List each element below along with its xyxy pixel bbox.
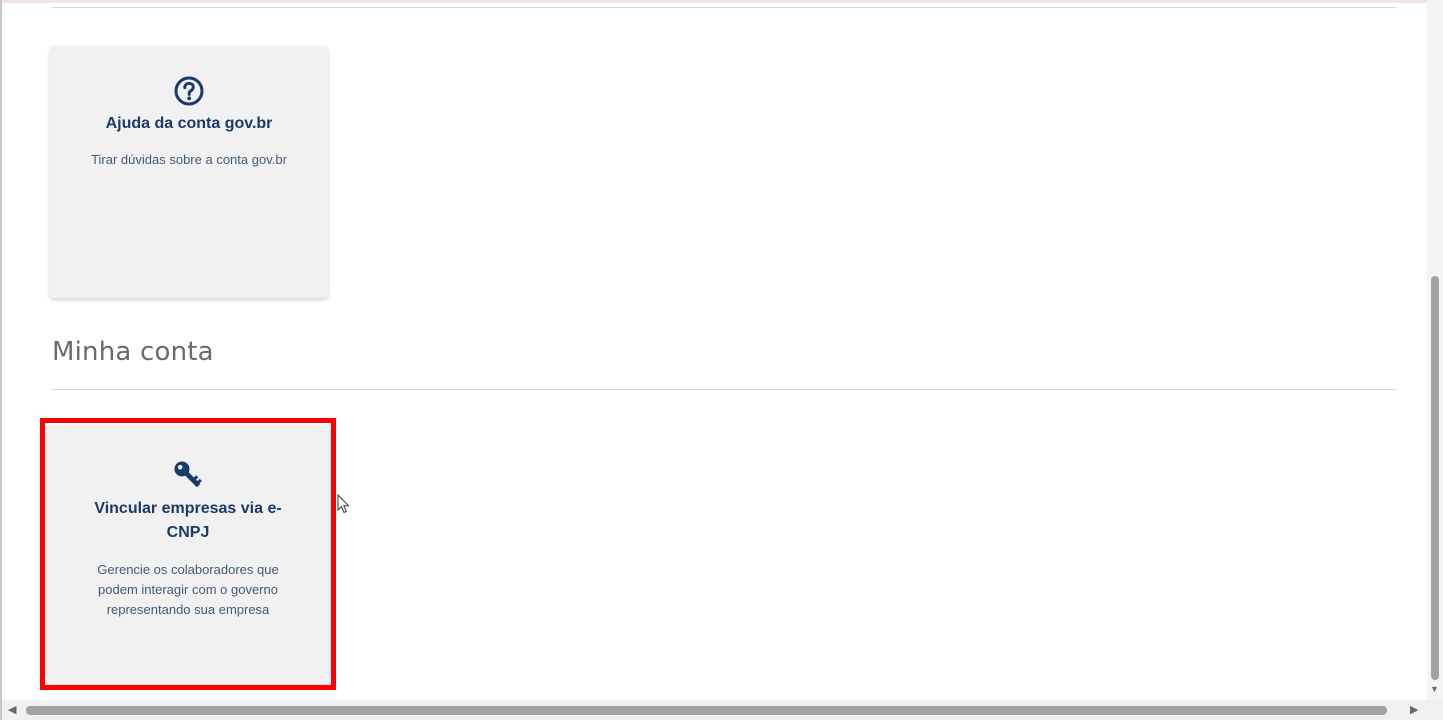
page-viewport: Ajuda da conta gov.br Tirar dúvidas sobr… [0, 0, 1443, 720]
ecnpj-card-desc-line2: podem interagir com o governo [98, 582, 278, 597]
vertical-scrollbar-thumb[interactable] [1431, 276, 1439, 680]
help-card-description: Tirar dúvidas sobre a conta gov.br [91, 152, 287, 167]
ecnpj-card-desc-line3: representando sua empresa [106, 602, 270, 617]
scroll-right-arrow-icon[interactable]: ▶ [1410, 703, 1418, 716]
ecnpj-card[interactable]: Vincular empresas via e- CNPJ Gerencie o… [47, 425, 329, 684]
help-card-title: Ajuda da conta gov.br [105, 115, 273, 132]
section-divider [52, 389, 1396, 390]
top-accent-bar [2, 0, 1443, 3]
ecnpj-card-desc-line1: Gerencie os colaboradores que [97, 562, 279, 577]
section-title: Minha conta [52, 337, 214, 367]
scroll-down-arrow-icon[interactable]: ▼ [1430, 684, 1439, 694]
ecnpj-card-title-line1: Vincular empresas via e- [94, 500, 282, 517]
vertical-scrollbar[interactable]: ▼ [1427, 0, 1443, 700]
horizontal-scrollbar[interactable]: ◀ ▶ [2, 700, 1443, 720]
help-card[interactable]: Ajuda da conta gov.br Tirar dúvidas sobr… [50, 46, 328, 298]
question-circle-icon [174, 76, 204, 106]
section-divider-top [52, 7, 1396, 8]
key-icon [174, 461, 202, 487]
horizontal-scrollbar-thumb[interactable] [26, 706, 1387, 715]
scroll-left-arrow-icon[interactable]: ◀ [8, 703, 16, 716]
ecnpj-card-title-line2: CNPJ [166, 524, 210, 541]
mouse-cursor-icon [337, 494, 350, 514]
